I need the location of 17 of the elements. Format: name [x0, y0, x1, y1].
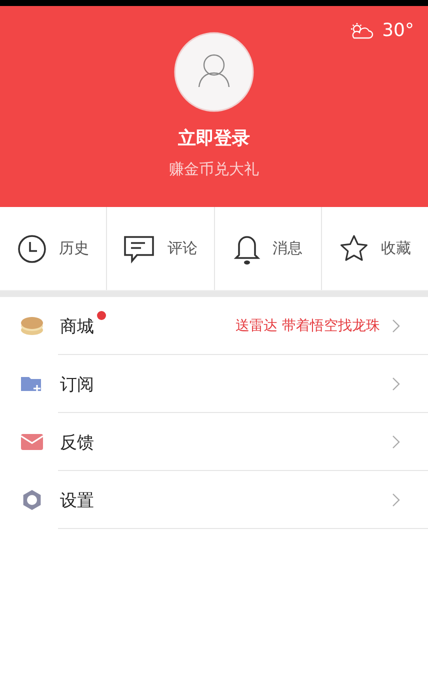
chevron-icon: [392, 377, 400, 391]
avatar-icon[interactable]: [174, 32, 254, 112]
weather-icon: [348, 22, 374, 40]
settings-icon: [21, 489, 43, 511]
chevron-icon: [392, 435, 400, 449]
coins-icon: [20, 316, 44, 336]
folder-plus-icon: [21, 375, 43, 393]
star-icon: [338, 234, 369, 264]
clock-icon: [17, 234, 48, 264]
chevron-icon: [392, 493, 400, 507]
comment-icon: [123, 234, 156, 264]
subtitle: 赚金币兑大礼: [169, 160, 259, 179]
temperature: 30°: [382, 20, 414, 41]
chevron-icon: [392, 319, 400, 333]
login-button[interactable]: 立即登录: [172, 124, 256, 152]
promo-text: 送雷达 带着悟空找龙珠: [236, 317, 380, 335]
envelope-icon: [21, 433, 43, 451]
